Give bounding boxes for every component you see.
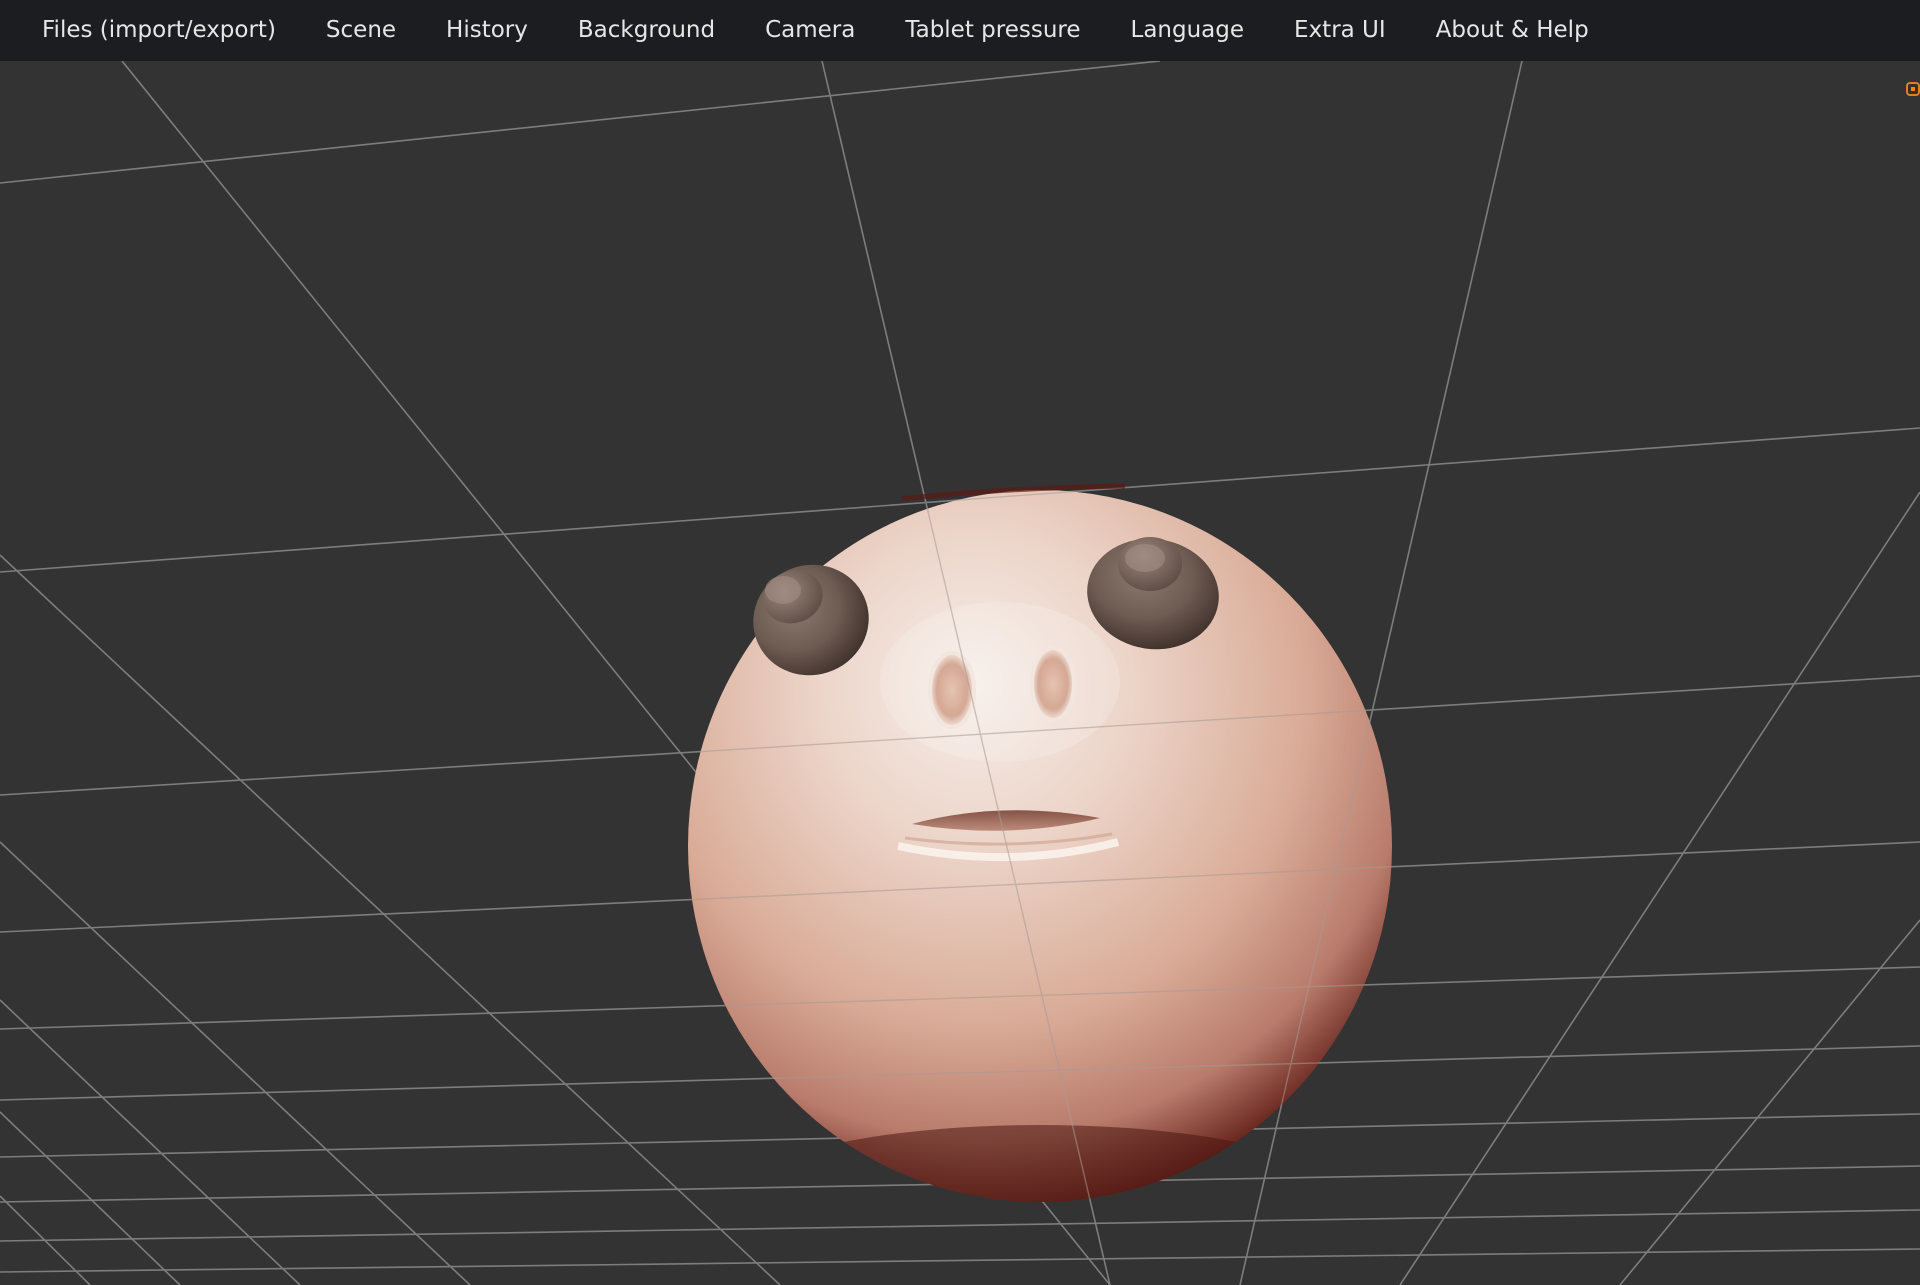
menu-language[interactable]: Language: [1106, 0, 1270, 61]
menu-extra-ui[interactable]: Extra UI: [1269, 0, 1411, 61]
top-menubar: Files (import/export) Scene History Back…: [0, 0, 1920, 61]
menu-camera[interactable]: Camera: [740, 0, 880, 61]
sculpt-app: Files (import/export) Scene History Back…: [0, 0, 1920, 1285]
menu-background[interactable]: Background: [553, 0, 740, 61]
menu-history[interactable]: History: [421, 0, 553, 61]
3d-viewport[interactable]: [0, 61, 1920, 1285]
menu-files[interactable]: Files (import/export): [0, 0, 301, 61]
sculpted-head-mesh[interactable]: [688, 483, 1392, 1265]
viewport-canvas[interactable]: [0, 61, 1920, 1285]
menu-about-help[interactable]: About & Help: [1411, 0, 1614, 61]
orange-square-toggle-icon[interactable]: [1906, 82, 1920, 96]
menu-tablet-pressure[interactable]: Tablet pressure: [880, 0, 1105, 61]
menu-scene[interactable]: Scene: [301, 0, 421, 61]
